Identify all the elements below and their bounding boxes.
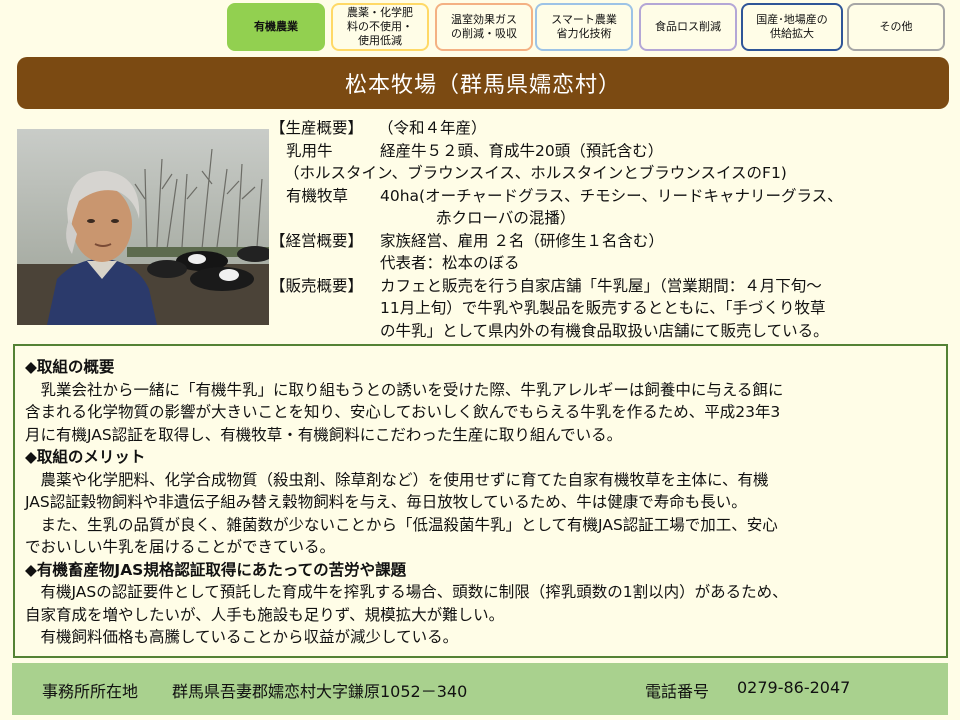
category-tabs: 有機農業 農薬・化学肥 料の不使用・ 使用低減 温室効果ガス の削減・吸収 スマ…: [227, 3, 947, 55]
pasture-value-cont: 赤クローバの混播）: [436, 209, 576, 227]
production-label: 【生産概要】: [270, 119, 364, 137]
profile-section: 【生産概要】 （令和４年産） 乳用牛 経産牛５２頭、育成牛20頭（預託含む） （ホル…: [270, 117, 950, 342]
challenge-text: 有機飼料価格も高騰していることから収益が減少している。: [25, 628, 459, 646]
tab-other[interactable]: その他: [847, 3, 945, 51]
phone-label: 電話番号: [645, 682, 710, 701]
tab-domestic-supply[interactable]: 国産･地場産の 供給拡大: [741, 3, 843, 51]
page-title: 松本牧場（群馬県嬬恋村）: [17, 57, 949, 109]
overview-text: 乳業会社から一緒に「有機牛乳」に取り組もうとの誘いを受けた際、牛乳アレルギーは飼…: [25, 380, 784, 399]
management-label: 【経営概要】: [270, 231, 364, 250]
representative: 代表者：松本のぼる: [380, 254, 520, 272]
challenge-heading: ◆有機畜産物JAS規格認証取得にあたっての苦労や課題: [25, 560, 407, 579]
tab-pesticide-reduction[interactable]: 農薬・化学肥 料の不使用・ 使用低減: [331, 3, 429, 51]
overview-text: 含まれる化学物質の影響が大きいことを知り、安心しておいしく飲んでもらえる牛乳を作…: [25, 403, 781, 421]
overview-text: 月に有機JAS認証を取得し、有機牧草・有機飼料にこだわった生産に取り組んでいる。: [25, 425, 623, 444]
tab-smart-agriculture[interactable]: スマート農業 省力化技術: [535, 3, 633, 51]
address-label: 事務所所在地: [42, 682, 139, 701]
merit-text: また、生乳の品質が良く、雑菌数が少ないことから「低温殺菌牛乳」として有機JAS認…: [25, 515, 778, 534]
phone-value: 0279-86-2047: [737, 678, 851, 697]
dairy-label: 乳用牛: [286, 141, 333, 160]
pasture-label: 有機牧草: [286, 186, 349, 205]
tab-greenhouse-gas[interactable]: 温室効果ガス の削減・吸収: [435, 3, 533, 51]
sales-line: 11月上旬）で牛乳や乳製品を販売するとともに、「手づくり牧草: [380, 299, 826, 317]
address-value: 群馬県吾妻郡嬬恋村大字鎌原1052－340: [172, 682, 468, 701]
initiative-details: ◆取組の概要 乳業会社から一緒に「有機牛乳」に取り組もうとの誘いを受けた際、牛乳…: [13, 344, 948, 658]
sales-line: カフェと販売を行う自家店舗「牛乳屋」（営業期間：４月下旬～: [380, 276, 822, 295]
overview-heading: ◆取組の概要: [25, 358, 115, 376]
challenge-text: 有機JASの認証要件として預託した育成牛を搾乳する場合、頭数に制限（搾乳頭数の1…: [25, 583, 788, 601]
dairy-breeds: （ホルスタイン、ブラウンスイス、ホルスタインとブラウンスイスのF1): [284, 164, 787, 182]
sales-line: の牛乳」として県内外の有機食品取扱い店舗にて販売している。: [380, 321, 829, 340]
tab-food-loss[interactable]: 食品ロス削減: [639, 3, 737, 51]
production-year: （令和４年産）: [378, 119, 487, 137]
management-value: 家族経営、雇用 ２名（研修生１名含む）: [380, 231, 664, 250]
farmer-photo: [17, 129, 269, 325]
merit-text: 農薬や化学肥料、化学合成物質（殺虫剤、除草剤など）を使用せずに育てた自家有機牧草…: [25, 470, 769, 489]
challenge-text: 自家育成を増やしたいが、人手も施設も足りず、規模拡大が難しい。: [25, 605, 505, 624]
pasture-value: 40ha(オーチャードグラス、チモシー、リードキャナリーグラス、: [380, 186, 843, 205]
merit-heading: ◆取組のメリット: [25, 448, 146, 466]
sales-label: 【販売概要】: [270, 276, 364, 295]
contact-footer: 事務所所在地 群馬県吾妻郡嬬恋村大字鎌原1052－340 電話番号 0279-8…: [12, 663, 948, 715]
merit-text: JAS認証穀物飼料や非遺伝子組み替え穀物飼料を与え、毎日放牧しているため、牛は健…: [25, 493, 747, 511]
tab-organic-farming[interactable]: 有機農業: [227, 3, 325, 51]
merit-text: でおいしい牛乳を届けることができている。: [25, 538, 336, 556]
dairy-value: 経産牛５２頭、育成牛20頭（預託含む）: [380, 141, 664, 160]
